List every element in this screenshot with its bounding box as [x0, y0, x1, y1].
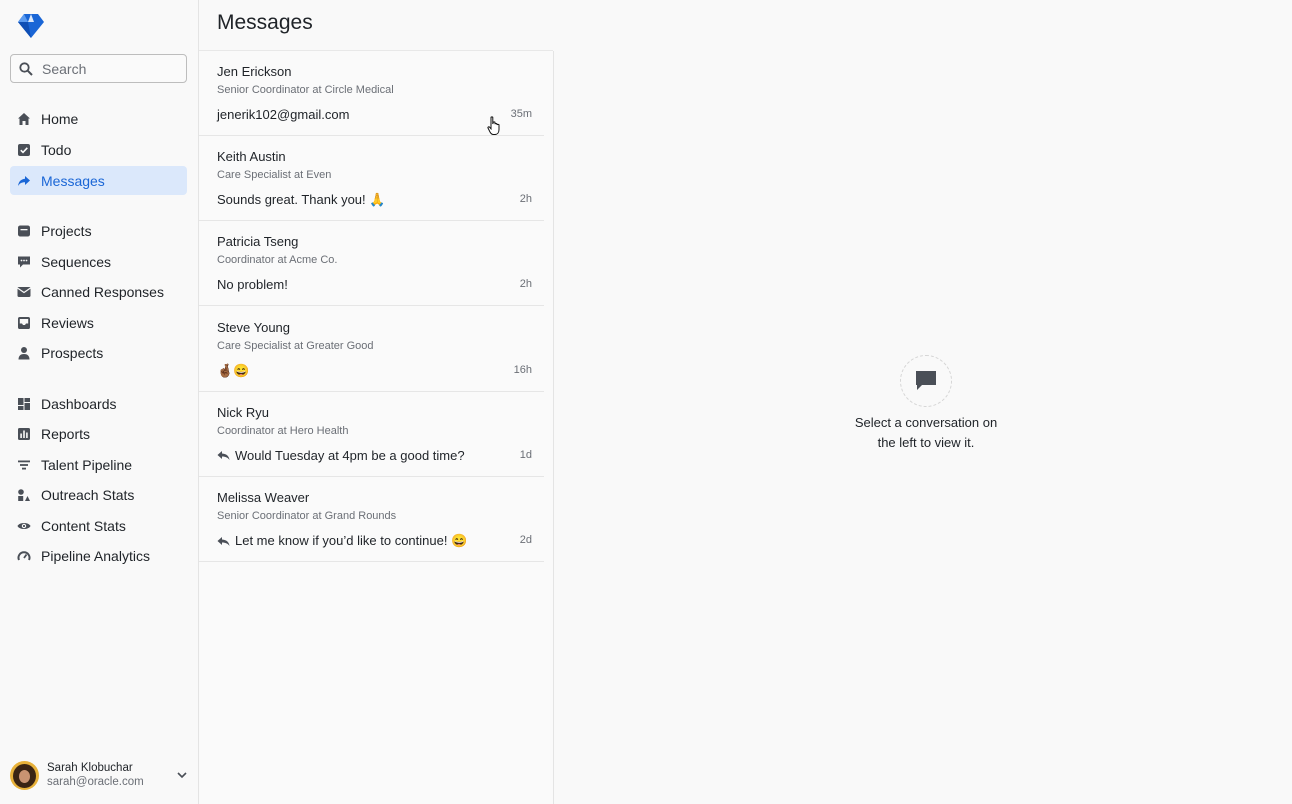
filter-icon [17, 458, 31, 472]
message-text: 🤞🏾😄 [217, 363, 250, 378]
eye-icon [17, 519, 31, 533]
nav-item-outreach-stats[interactable]: Outreach Stats [10, 480, 187, 509]
conversation-item[interactable]: Keith Austin Care Specialist at Even Sou… [199, 136, 544, 221]
user-name: Sarah Klobuchar [47, 762, 133, 774]
nav-item-label: Outreach Stats [41, 486, 135, 503]
chat-bubble-icon [17, 255, 31, 269]
contact-title: Coordinator at Hero Health [217, 425, 349, 437]
nav-item-dashboards[interactable]: Dashboards [10, 389, 187, 418]
nav-item-label: Canned Responses [41, 283, 164, 300]
timestamp: 35m [510, 108, 532, 120]
conversation-item[interactable]: Patricia Tseng Coordinator at Acme Co. N… [199, 221, 544, 306]
shapes-icon [17, 488, 31, 502]
nav-item-todo[interactable]: Todo [10, 135, 187, 164]
avatar [10, 760, 39, 790]
nav-item-label: Talent Pipeline [41, 456, 133, 473]
nav-item-prospects[interactable]: Prospects [10, 338, 187, 367]
nav-item-talent-pipeline[interactable]: Talent Pipeline [10, 450, 187, 479]
timestamp: 2d [519, 534, 532, 546]
nav-item-label: Reviews [41, 314, 94, 331]
contact-title: Care Specialist at Even [217, 169, 332, 181]
user-email: sarah@oracle.com [47, 776, 144, 788]
message-preview: Would Tuesday at 4pm be a good time? [217, 448, 465, 463]
message-text: Sounds great. Thank you! 🙏 [217, 192, 386, 207]
logo-icon[interactable] [17, 13, 45, 39]
nav-item-label: Reports [41, 425, 91, 442]
timestamp: 1d [519, 449, 532, 461]
nav-item-label: Todo [41, 141, 72, 158]
search-input[interactable] [42, 60, 172, 77]
reply-icon [217, 536, 230, 547]
nav-item-sequences[interactable]: Sequences [10, 247, 187, 276]
chat-bubble-icon [900, 355, 952, 407]
nav-item-projects[interactable]: Projects [10, 216, 187, 245]
nav-item-label: Prospects [41, 344, 104, 361]
contact-title: Care Specialist at Greater Good [217, 340, 374, 352]
search-box[interactable] [10, 54, 187, 83]
nav-item-home[interactable]: Home [10, 104, 187, 133]
empty-state-message: Select a conversation on the left to vie… [826, 413, 1026, 453]
home-icon [17, 112, 31, 126]
page-title: Messages [217, 11, 313, 34]
timestamp: 16h [513, 364, 532, 376]
empty-state-line-1: Select a conversation on [854, 415, 998, 430]
message-preview: Sounds great. Thank you! 🙏 [217, 192, 385, 208]
message-preview: No problem! [217, 277, 288, 292]
nav-item-label: Dashboards [41, 395, 117, 412]
checkbox-icon [17, 143, 31, 157]
timestamp: 2h [519, 278, 532, 290]
contact-name: Keith Austin [217, 149, 286, 164]
nav-item-reports[interactable]: Reports [10, 419, 187, 448]
empty-state-line-2: the left to view it. [877, 435, 975, 450]
message-text: Would Tuesday at 4pm be a good time? [235, 448, 465, 463]
contact-title: Senior Coordinator at Circle Medical [217, 84, 394, 96]
nav-item-label: Sequences [41, 253, 112, 270]
nav-item-messages[interactable]: Messages [10, 166, 187, 195]
contact-name: Patricia Tseng [217, 234, 299, 249]
conversation-list: Jen Erickson Senior Coordinator at Circl… [199, 51, 554, 804]
reply-icon [217, 450, 230, 461]
search-icon [19, 61, 33, 76]
inbox-icon [17, 316, 31, 330]
nav-item-label: Pipeline Analytics [41, 547, 150, 564]
contact-name: Nick Ryu [217, 405, 270, 420]
nav-item-canned-responses[interactable]: Canned Responses [10, 277, 187, 306]
conversation-item[interactable]: Nick Ryu Coordinator at Hero Health Woul… [199, 392, 544, 477]
message-text: No problem! [217, 277, 288, 292]
message-text: Let me know if you’d like to continue! 😄 [235, 533, 468, 548]
nav-item-content-stats[interactable]: Content Stats [10, 511, 187, 540]
nav-item-label: Projects [41, 222, 92, 239]
contact-name: Steve Young [217, 320, 291, 335]
nav-item-reviews[interactable]: Reviews [10, 308, 187, 337]
folder-icon [17, 224, 31, 238]
contact-name: Melissa Weaver [217, 490, 310, 505]
envelope-icon [17, 285, 31, 299]
nav-item-label: Home [41, 110, 79, 127]
sidebar: Home Todo Messages Projects Sequences Ca… [0, 0, 199, 804]
contact-title: Coordinator at Acme Co. [217, 254, 338, 266]
message-preview: jenerik102@gmail.com [217, 107, 349, 122]
gauge-icon [17, 549, 31, 563]
share-arrow-icon [17, 174, 31, 188]
nav-item-label: Content Stats [41, 517, 126, 534]
message-text: jenerik102@gmail.com [217, 107, 350, 122]
chevron-down-icon[interactable] [176, 768, 188, 780]
dashboard-icon [17, 397, 31, 411]
bar-chart-icon [17, 427, 31, 441]
contact-title: Senior Coordinator at Grand Rounds [217, 510, 397, 522]
conversation-item[interactable]: Steve Young Care Specialist at Greater G… [199, 307, 544, 392]
message-preview: Let me know if you’d like to continue! 😄 [217, 533, 467, 549]
person-icon [17, 346, 31, 360]
timestamp: 2h [519, 193, 532, 205]
message-preview: 🤞🏾😄 [217, 363, 249, 379]
hand-cursor-icon [487, 116, 502, 136]
user-menu[interactable]: Sarah Klobuchar sarah@oracle.com [10, 758, 192, 792]
conversation-item[interactable]: Melissa Weaver Senior Coordinator at Gra… [199, 477, 544, 562]
nav-item-pipeline-analytics[interactable]: Pipeline Analytics [10, 541, 187, 570]
contact-name: Jen Erickson [217, 64, 292, 79]
nav-item-label: Messages [41, 172, 105, 189]
